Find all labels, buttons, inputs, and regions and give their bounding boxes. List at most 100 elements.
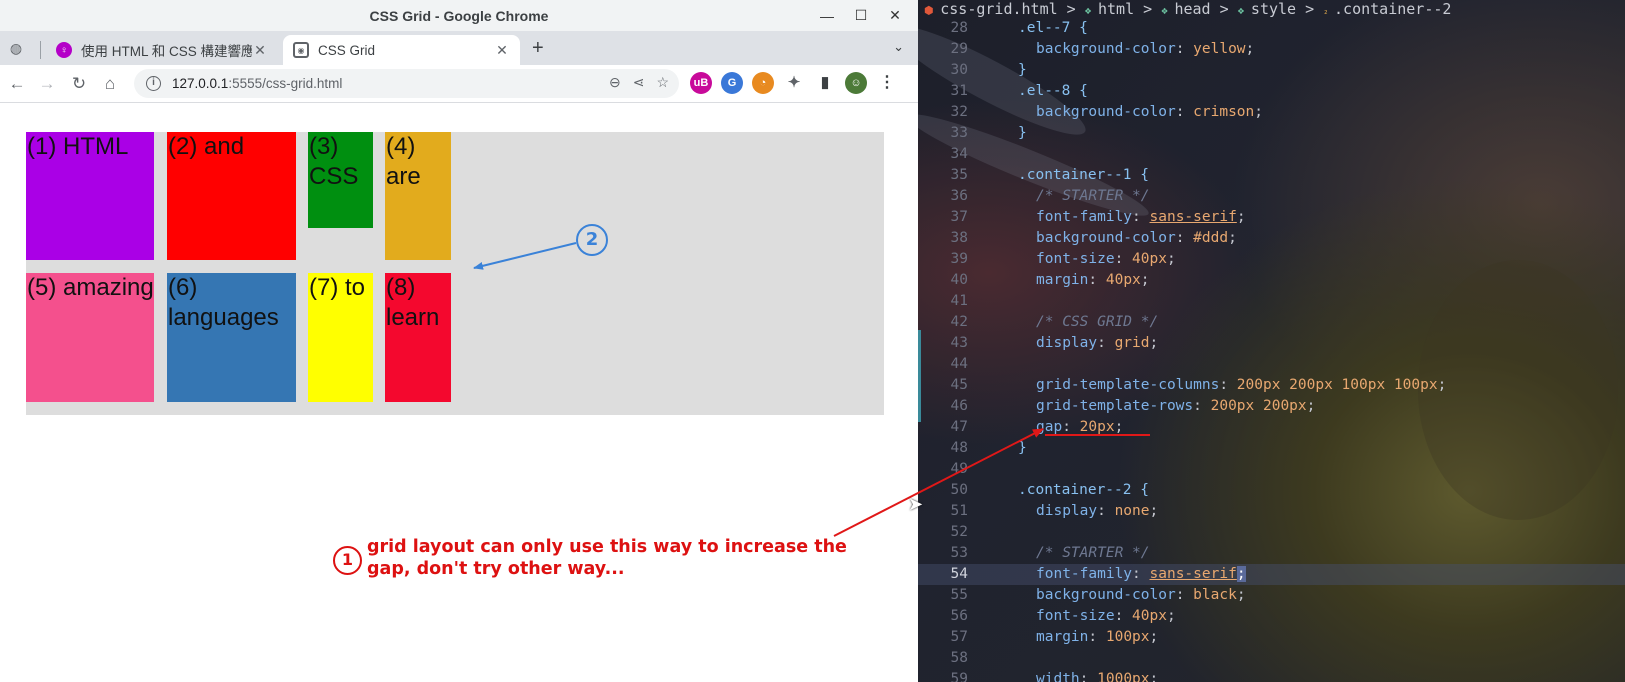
- bookmark-star-icon[interactable]: ☆: [656, 74, 669, 91]
- breadcrumb-head[interactable]: head: [1174, 0, 1210, 18]
- code-line[interactable]: 38 background-color: #ddd;: [918, 228, 1625, 249]
- code-line[interactable]: 30}: [918, 60, 1625, 81]
- code-line[interactable]: 37 font-family: sans-serif;: [918, 207, 1625, 228]
- tab-css-grid[interactable]: ◉ CSS Grid ✕: [283, 35, 520, 65]
- code-text[interactable]: background-color: #ddd;: [1036, 228, 1237, 249]
- line-number: 51: [950, 503, 968, 519]
- code-line[interactable]: 39 font-size: 40px;: [918, 249, 1625, 270]
- url-host: 127.0.0.1: [172, 76, 229, 91]
- code-line[interactable]: 31 .el--8 {: [918, 81, 1625, 102]
- code-text[interactable]: grid-template-rows: 200px 200px;: [1036, 396, 1315, 417]
- code-line[interactable]: 48}: [918, 438, 1625, 459]
- code-line[interactable]: 50 .container--2 {: [918, 480, 1625, 501]
- minimize-button[interactable]: —: [810, 8, 844, 24]
- code-line[interactable]: 34: [918, 144, 1625, 165]
- breadcrumb-selector[interactable]: .container--2: [1334, 0, 1451, 18]
- code-line[interactable]: 28 .el--7 {: [918, 18, 1625, 39]
- code-text[interactable]: .el--8 {: [1018, 81, 1088, 102]
- code-text[interactable]: .container--2 {: [1018, 480, 1149, 501]
- chrome-menu-icon[interactable]: ⋮: [876, 72, 898, 94]
- code-line[interactable]: 54 font-family: sans-serif;: [918, 564, 1625, 585]
- code-text[interactable]: .container--1 {: [1018, 165, 1149, 186]
- code-line[interactable]: 35 .container--1 {: [918, 165, 1625, 186]
- pinned-globe-icon[interactable]: ◍: [8, 40, 24, 56]
- code-line[interactable]: 52: [918, 522, 1625, 543]
- side-panel-icon[interactable]: ▮: [814, 72, 836, 94]
- tab-html-css-course[interactable]: ♀ 使用 HTML 和 CSS 構建響應 ✕: [46, 35, 278, 65]
- code-line[interactable]: 36 /* STARTER */: [918, 186, 1625, 207]
- code-line[interactable]: 53 /* STARTER */: [918, 543, 1625, 564]
- code-line[interactable]: 51 display: none;: [918, 501, 1625, 522]
- maximize-button[interactable]: ☐: [844, 7, 878, 24]
- grid-item-4: (4) are: [385, 132, 451, 260]
- code-line[interactable]: 29 background-color: yellow;: [918, 39, 1625, 60]
- code-text[interactable]: background-color: crimson;: [1036, 102, 1263, 123]
- breadcrumb-html[interactable]: html: [1098, 0, 1134, 18]
- back-button[interactable]: ←: [6, 73, 28, 95]
- code-text[interactable]: width: 1000px;: [1036, 669, 1158, 682]
- code-line[interactable]: 40 margin: 40px;: [918, 270, 1625, 291]
- breadcrumb-style[interactable]: style: [1251, 0, 1296, 18]
- code-text[interactable]: background-color: black;: [1036, 585, 1246, 606]
- code-line[interactable]: 55 background-color: black;: [918, 585, 1625, 606]
- new-tab-button[interactable]: +: [532, 38, 544, 58]
- code-line[interactable]: 57 margin: 100px;: [918, 627, 1625, 648]
- site-info-icon[interactable]: i: [146, 76, 161, 91]
- line-number: 37: [950, 209, 968, 225]
- line-number: 28: [950, 20, 968, 36]
- code-text[interactable]: }: [1018, 438, 1027, 459]
- code-text[interactable]: }: [1018, 60, 1027, 81]
- tab-search-chevron-icon[interactable]: ⌄: [893, 39, 904, 55]
- code-line[interactable]: 45 grid-template-columns: 200px 200px 100…: [918, 375, 1625, 396]
- code-text[interactable]: font-size: 40px;: [1036, 606, 1176, 627]
- code-line[interactable]: 32 background-color: crimson;: [918, 102, 1625, 123]
- breadcrumb-file[interactable]: css-grid.html: [940, 0, 1057, 18]
- code-line[interactable]: 33}: [918, 123, 1625, 144]
- code-text[interactable]: margin: 100px;: [1036, 627, 1158, 648]
- live-server-favicon-icon: ◉: [293, 42, 309, 58]
- code-text[interactable]: /* STARTER */: [1036, 186, 1150, 207]
- code-lines[interactable]: 28 .el--7 {29 background-color: yellow; 30}…: [918, 18, 1625, 682]
- profile-avatar[interactable]: ☺: [845, 72, 867, 94]
- cookie-extension-icon[interactable]: ◔: [752, 72, 774, 94]
- code-text[interactable]: display: grid;: [1036, 333, 1158, 354]
- code-text[interactable]: margin: 40px;: [1036, 270, 1150, 291]
- zoom-icon[interactable]: ⊖: [609, 74, 621, 91]
- code-line[interactable]: 56 font-size: 40px;: [918, 606, 1625, 627]
- code-line[interactable]: 42 /* CSS GRID */: [918, 312, 1625, 333]
- code-line[interactable]: 43 display: grid;: [918, 333, 1625, 354]
- code-text[interactable]: /* STARTER */: [1036, 543, 1150, 564]
- translate-extension-icon[interactable]: G: [721, 72, 743, 94]
- reload-button[interactable]: ↻: [68, 73, 90, 95]
- code-token: :: [1097, 335, 1115, 351]
- extensions-puzzle-icon[interactable]: ✦: [783, 72, 805, 94]
- code-line[interactable]: 44: [918, 354, 1625, 375]
- line-number: 59: [950, 671, 968, 682]
- code-text[interactable]: /* CSS GRID */: [1036, 312, 1158, 333]
- url-text[interactable]: 127.0.0.1:5555/css-grid.html: [172, 76, 342, 91]
- code-text[interactable]: .el--7 {: [1018, 18, 1088, 39]
- close-window-button[interactable]: ✕: [878, 7, 912, 24]
- address-bar[interactable]: i 127.0.0.1:5555/css-grid.html ⊖ ⋖ ☆: [134, 69, 679, 98]
- code-line[interactable]: 58: [918, 648, 1625, 669]
- code-token: :: [1175, 104, 1194, 120]
- share-icon[interactable]: ⋖: [633, 74, 645, 91]
- forward-button[interactable]: →: [36, 73, 58, 95]
- code-text[interactable]: font-size: 40px;: [1036, 249, 1176, 270]
- code-line[interactable]: 49: [918, 459, 1625, 480]
- code-text[interactable]: display: none;: [1036, 501, 1158, 522]
- code-line[interactable]: 46 grid-template-rows: 200px 200px;: [918, 396, 1625, 417]
- home-button[interactable]: ⌂: [99, 73, 121, 95]
- code-line[interactable]: 47 gap: 20px;: [918, 417, 1625, 438]
- code-text[interactable]: font-family: sans-serif;: [1036, 207, 1246, 228]
- tab-close-icon[interactable]: ✕: [252, 42, 268, 59]
- code-text[interactable]: grid-template-columns: 200px 200px 100px…: [1036, 375, 1446, 396]
- code-token: /* STARTER */: [1036, 188, 1150, 204]
- ublock-extension-icon[interactable]: uB: [690, 72, 712, 94]
- code-text[interactable]: font-family: sans-serif;: [1036, 564, 1246, 585]
- tab-close-icon[interactable]: ✕: [494, 42, 510, 59]
- code-line[interactable]: 59 width: 1000px;: [918, 669, 1625, 682]
- code-text[interactable]: background-color: yellow;: [1036, 39, 1254, 60]
- code-line[interactable]: 41: [918, 291, 1625, 312]
- code-text[interactable]: }: [1018, 123, 1027, 144]
